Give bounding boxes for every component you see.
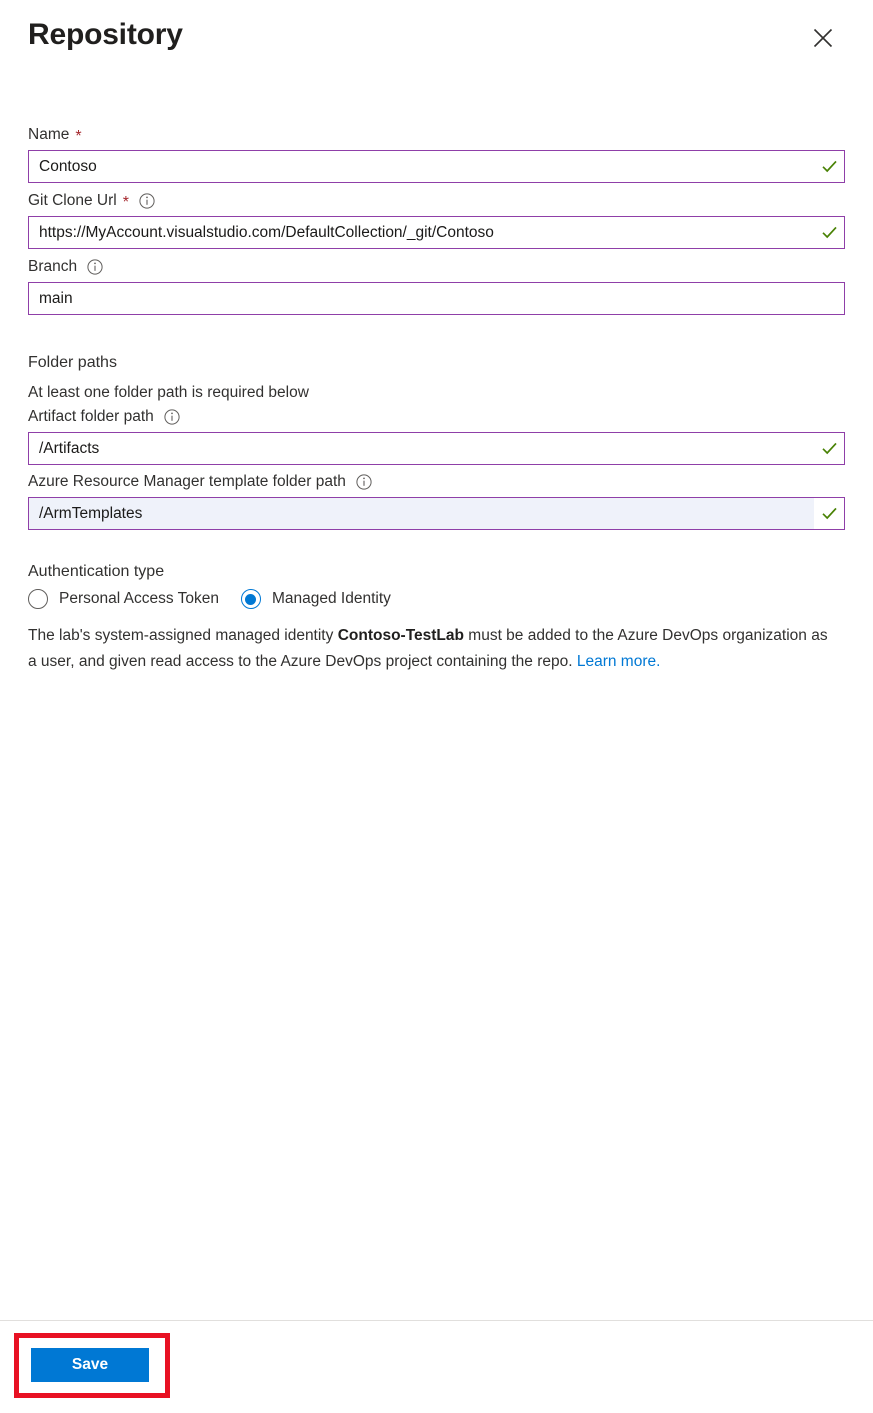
git-clone-url-input-wrapper[interactable] (28, 216, 845, 249)
managed-identity-description: The lab's system-assigned managed identi… (28, 623, 840, 674)
authentication-radio-group: Personal Access Token Managed Identity (28, 589, 845, 609)
name-input[interactable] (29, 151, 814, 182)
folder-paths-note: At least one folder path is required bel… (28, 384, 309, 401)
page-title: Repository (28, 18, 183, 51)
radio-managed-identity-label: Managed Identity (271, 590, 391, 607)
close-icon (812, 27, 834, 49)
branch-input-wrapper[interactable] (28, 282, 845, 315)
footer-divider (0, 1320, 873, 1321)
checkmark-icon (814, 498, 844, 529)
radio-personal-access-token[interactable]: Personal Access Token (28, 589, 219, 609)
field-branch-label: Branch (28, 256, 845, 278)
arm-template-path-input[interactable] (29, 498, 814, 529)
folder-paths-heading: Folder paths (28, 354, 117, 371)
info-icon[interactable] (139, 193, 155, 209)
blade-header: Repository (0, 0, 873, 86)
field-name: Name * (0, 124, 873, 183)
field-git-clone-url-label: Git Clone Url * (28, 190, 845, 212)
artifact-path-input-wrapper[interactable] (28, 432, 845, 465)
info-icon[interactable] (356, 474, 372, 490)
field-arm-template-path-label-text: Azure Resource Manager template folder p… (28, 473, 346, 490)
checkmark-icon (814, 217, 844, 248)
field-name-label-text: Name (28, 126, 70, 143)
field-git-clone-url-label-text: Git Clone Url (28, 192, 117, 209)
authentication-section: Authentication type Personal Access Toke… (0, 561, 873, 674)
field-git-clone-url: Git Clone Url * (0, 190, 873, 249)
field-branch-label-text: Branch (28, 258, 78, 275)
field-artifact-path-label: Artifact folder path (28, 406, 845, 428)
name-input-wrapper[interactable] (28, 150, 845, 183)
field-arm-template-path-label: Azure Resource Manager template folder p… (28, 471, 845, 493)
required-asterisk: * (122, 194, 129, 211)
field-branch: Branch (0, 256, 873, 315)
save-button[interactable]: Save (31, 1348, 149, 1382)
info-icon[interactable] (164, 409, 180, 425)
arm-template-path-input-wrapper[interactable] (28, 497, 845, 530)
repository-form: Name * Git Clone Url * (0, 86, 873, 674)
identity-name: Contoso-TestLab (337, 627, 464, 644)
learn-more-link[interactable]: Learn more. (577, 653, 661, 670)
git-clone-url-input[interactable] (29, 217, 814, 248)
radio-personal-access-token-label: Personal Access Token (59, 590, 219, 607)
radio-icon (28, 589, 48, 609)
folder-paths-section: Folder paths At least one folder path is… (0, 352, 873, 530)
branch-input[interactable] (29, 283, 844, 314)
artifact-path-input[interactable] (29, 433, 814, 464)
info-icon[interactable] (87, 259, 103, 275)
field-name-label: Name * (28, 124, 845, 146)
radio-managed-identity[interactable]: Managed Identity (240, 589, 391, 609)
checkmark-icon (814, 151, 844, 182)
authentication-heading: Authentication type (28, 563, 165, 580)
required-asterisk: * (75, 128, 82, 145)
field-artifact-path-label-text: Artifact folder path (28, 408, 154, 425)
description-part1: The lab's system-assigned managed identi… (28, 627, 338, 644)
checkmark-icon (814, 433, 844, 464)
close-button[interactable] (806, 21, 840, 55)
radio-selected-icon (240, 589, 261, 609)
